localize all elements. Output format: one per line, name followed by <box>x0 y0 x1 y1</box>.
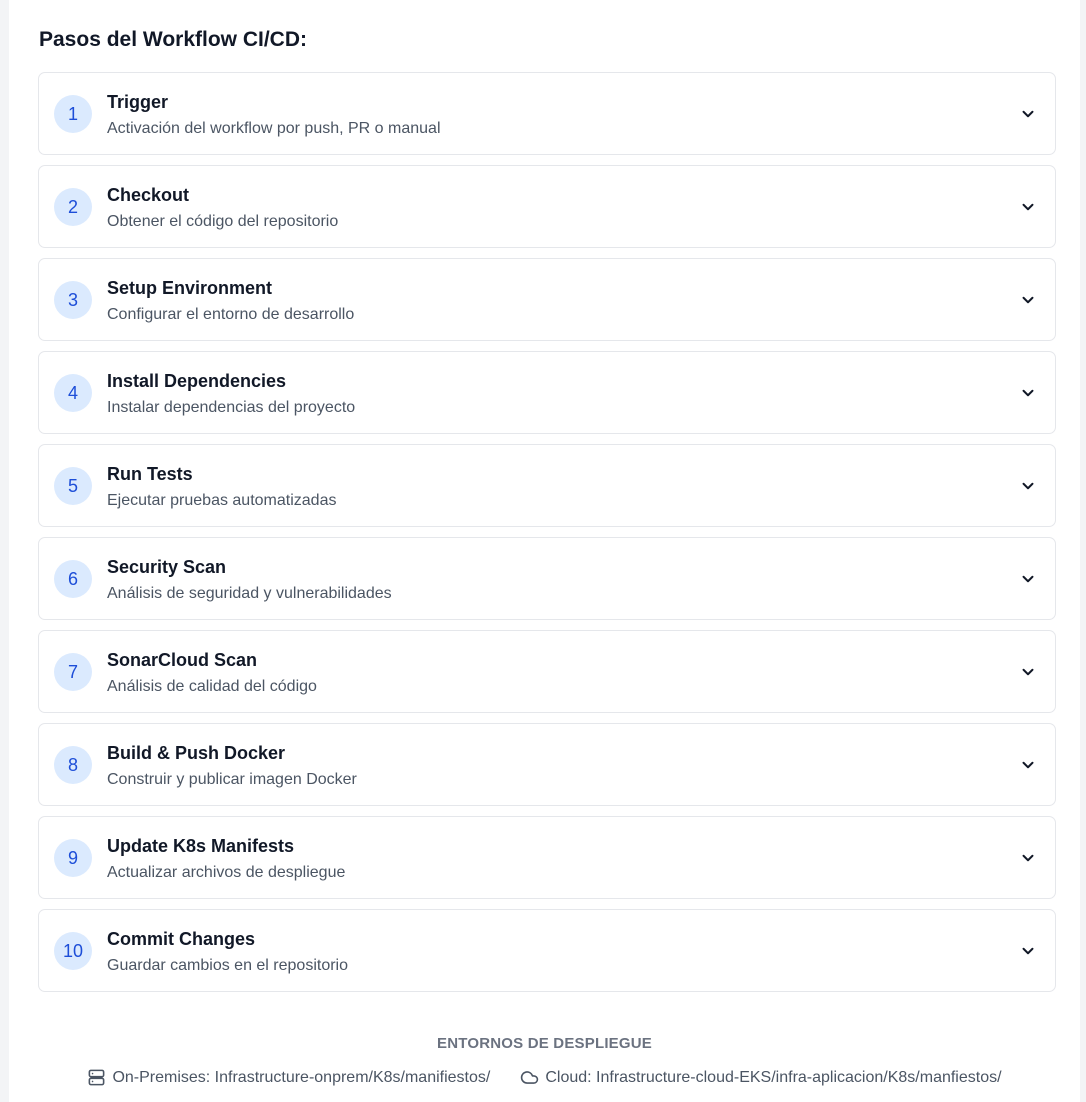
step-item-3[interactable]: 3 Setup Environment Configurar el entorn… <box>38 258 1056 341</box>
step-number-badge: 4 <box>54 374 92 412</box>
step-item-5[interactable]: 5 Run Tests Ejecutar pruebas automatizad… <box>38 444 1056 527</box>
step-description: Actualizar archivos de despliegue <box>107 864 346 881</box>
chevron-down-icon[interactable] <box>1019 942 1037 960</box>
step-number-badge: 1 <box>54 95 92 133</box>
onprem-environment: On-Premises: Infrastructure-onprem/K8s/m… <box>87 1068 490 1087</box>
step-description: Guardar cambios en el repositorio <box>107 957 349 974</box>
step-title: Build & Push Docker <box>107 743 286 763</box>
step-title: Security Scan <box>107 557 227 577</box>
step-number-badge: 7 <box>54 653 92 691</box>
step-number-badge: 6 <box>54 560 92 598</box>
step-number-badge: 3 <box>54 281 92 319</box>
workflow-card: Pasos del Workflow CI/CD: 1 Trigger Acti… <box>9 0 1080 1102</box>
step-number-badge: 9 <box>54 839 92 877</box>
chevron-down-icon[interactable] <box>1019 384 1037 402</box>
step-description: Ejecutar pruebas automatizadas <box>107 492 337 509</box>
workflow-steps-list: 1 Trigger Activación del workflow por pu… <box>38 72 1056 1002</box>
step-item-2[interactable]: 2 Checkout Obtener el código del reposit… <box>38 165 1056 248</box>
section-title: Pasos del Workflow CI/CD: <box>39 28 307 51</box>
step-item-10[interactable]: 10 Commit Changes Guardar cambios en el … <box>38 909 1056 992</box>
step-title: Run Tests <box>107 464 193 484</box>
step-description: Análisis de seguridad y vulnerabilidades <box>107 585 392 602</box>
step-title: SonarCloud Scan <box>107 650 258 670</box>
chevron-down-icon[interactable] <box>1019 849 1037 867</box>
step-number-badge: 8 <box>54 746 92 784</box>
step-description: Activación del workflow por push, PR o m… <box>107 120 441 137</box>
chevron-down-icon[interactable] <box>1019 291 1037 309</box>
step-description: Construir y publicar imagen Docker <box>107 771 357 788</box>
cloud-environment: Cloud: Infrastructure-cloud-EKS/infra-ap… <box>520 1068 1002 1087</box>
step-description: Obtener el código del repositorio <box>107 213 339 230</box>
step-number-badge: 10 <box>54 932 92 970</box>
chevron-down-icon[interactable] <box>1019 756 1037 774</box>
deployment-environments: On-Premises: Infrastructure-onprem/K8s/m… <box>9 1068 1080 1087</box>
step-title: Checkout <box>107 185 190 205</box>
step-description: Análisis de calidad del código <box>107 678 317 695</box>
chevron-down-icon[interactable] <box>1019 105 1037 123</box>
chevron-down-icon[interactable] <box>1019 477 1037 495</box>
step-title: Trigger <box>107 92 169 112</box>
onprem-path: On-Premises: Infrastructure-onprem/K8s/m… <box>112 1068 491 1086</box>
step-item-4[interactable]: 4 Install Dependencies Instalar dependen… <box>38 351 1056 434</box>
step-item-6[interactable]: 6 Security Scan Análisis de seguridad y … <box>38 537 1056 620</box>
step-item-7[interactable]: 7 SonarCloud Scan Análisis de calidad de… <box>38 630 1056 713</box>
cloud-icon <box>521 1071 539 1084</box>
step-item-1[interactable]: 1 Trigger Activación del workflow por pu… <box>38 72 1056 155</box>
step-number-badge: 5 <box>54 467 92 505</box>
step-description: Configurar el entorno de desarrollo <box>107 306 355 323</box>
step-title: Update K8s Manifests <box>107 836 295 856</box>
chevron-down-icon[interactable] <box>1019 570 1037 588</box>
chevron-down-icon[interactable] <box>1019 198 1037 216</box>
step-number-badge: 2 <box>54 188 92 226</box>
step-title: Setup Environment <box>107 278 273 298</box>
step-item-8[interactable]: 8 Build & Push Docker Construir y public… <box>38 723 1056 806</box>
chevron-down-icon[interactable] <box>1019 663 1037 681</box>
server-icon <box>89 1069 105 1086</box>
step-item-9[interactable]: 9 Update K8s Manifests Actualizar archiv… <box>38 816 1056 899</box>
step-title: Commit Changes <box>107 929 256 949</box>
cloud-path: Cloud: Infrastructure-cloud-EKS/infra-ap… <box>545 1068 1002 1086</box>
deployment-environments-title: ENTORNOS DE DESPLIEGUE <box>437 1035 652 1052</box>
step-title: Install Dependencies <box>107 371 287 391</box>
step-description: Instalar dependencias del proyecto <box>107 399 356 416</box>
